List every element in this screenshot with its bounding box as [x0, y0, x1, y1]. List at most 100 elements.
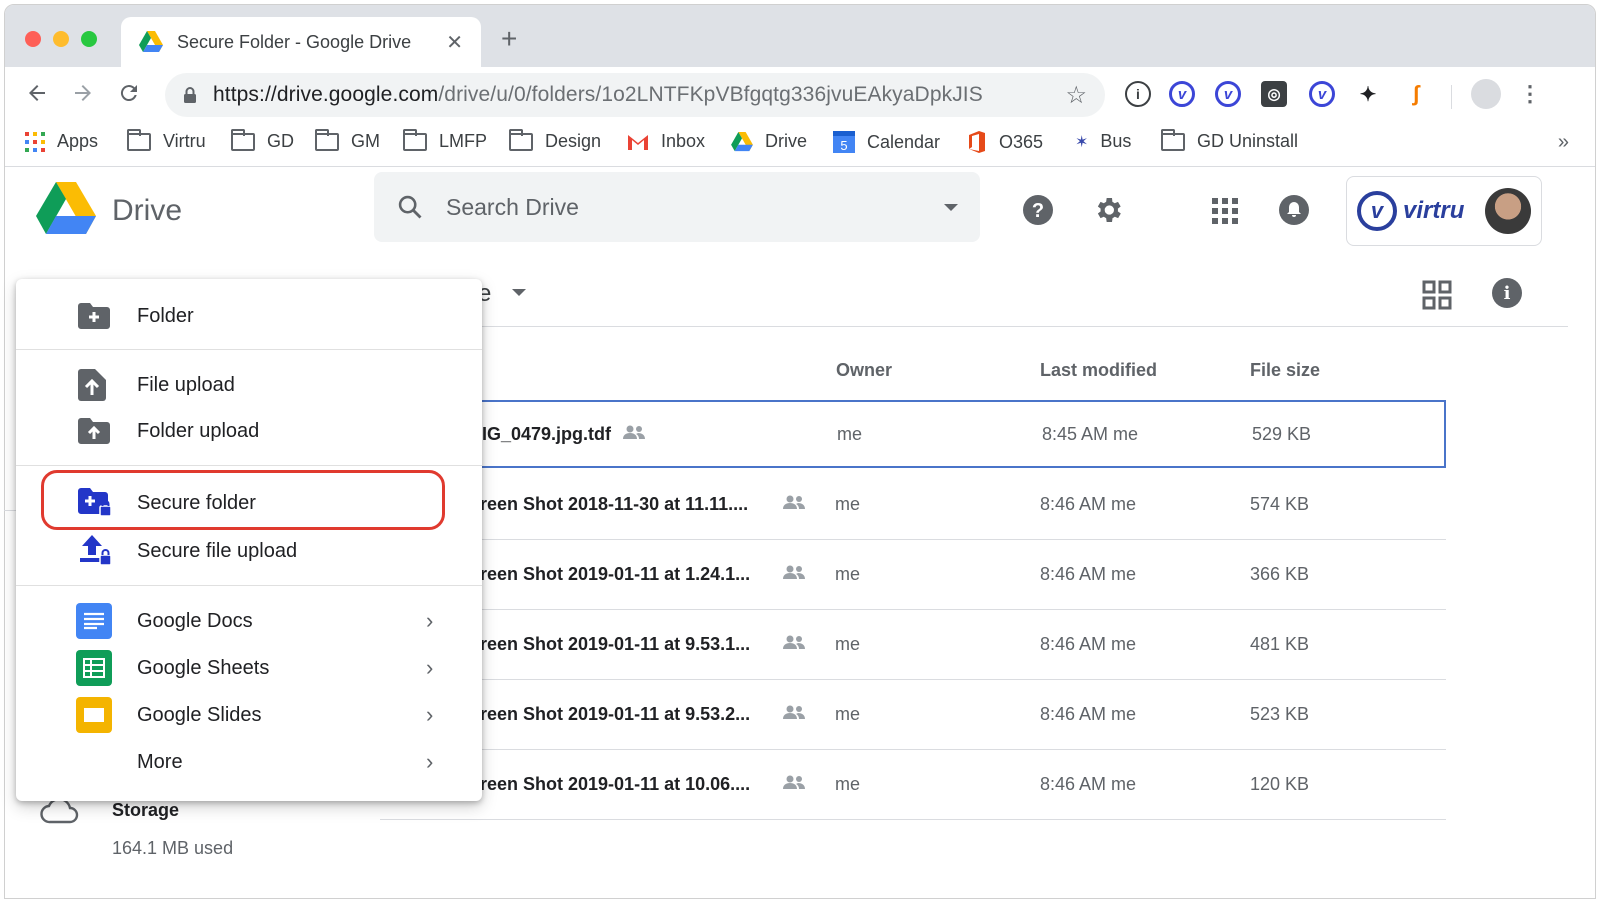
bookmark-gd[interactable]: GD: [231, 128, 294, 152]
bookmark-gd-uninstall[interactable]: GD Uninstall: [1161, 128, 1298, 152]
file-owner: me: [835, 774, 861, 794]
settings-gear-icon[interactable]: [1092, 194, 1124, 226]
bookmark-bus[interactable]: ✶ Bus: [1075, 131, 1131, 152]
menu-item-google-sheets[interactable]: Google Sheets ›: [16, 646, 482, 690]
tab-strip: Secure Folder - Google Drive ✕ +: [5, 5, 1595, 67]
bookmark-label: Drive: [765, 131, 808, 151]
account-switcher[interactable]: v virtru: [1346, 176, 1542, 246]
secure-upload-icon: [80, 535, 112, 566]
drive-favicon-icon: [139, 31, 163, 52]
breadcrumb-dropdown-icon[interactable]: [512, 289, 526, 296]
virtru-extension-icon[interactable]: v: [1169, 81, 1195, 107]
bookmark-label: Design: [545, 131, 602, 151]
bookmark-virtru[interactable]: Virtru: [127, 128, 206, 152]
new-tab-button[interactable]: +: [501, 25, 517, 53]
back-arrow-icon[interactable]: [25, 81, 49, 105]
browser-menu-icon[interactable]: ⋮: [1517, 81, 1543, 107]
minimize-window-button[interactable]: [53, 31, 69, 47]
menu-item-more[interactable]: More ›: [16, 740, 482, 784]
grid-view-icon[interactable]: [1422, 280, 1452, 310]
tab-close-icon[interactable]: ✕: [446, 30, 463, 55]
file-owner: me: [835, 634, 861, 654]
more-bookmarks-icon[interactable]: »: [1558, 131, 1569, 154]
table-row[interactable]: reen Shot 2019-01-11 at 1.24.1... me 8:4…: [380, 540, 1446, 610]
menu-divider: [16, 465, 482, 466]
menu-item-google-slides[interactable]: Google Slides ›: [16, 693, 482, 737]
menu-label: File upload: [137, 373, 235, 396]
menu-item-file-upload[interactable]: File upload: [16, 363, 482, 407]
bulb-extension-icon[interactable]: ◎: [1261, 81, 1287, 107]
browser-tab[interactable]: Secure Folder - Google Drive ✕: [121, 17, 481, 67]
menu-label: More: [137, 750, 183, 773]
help-icon[interactable]: ?: [1022, 194, 1054, 226]
avatar[interactable]: [1485, 188, 1531, 234]
apps-grid-icon: [25, 131, 45, 152]
bookmark-label: O365: [999, 131, 1044, 152]
menu-item-google-docs[interactable]: Google Docs ›: [16, 599, 482, 643]
drive-logo-icon[interactable]: [36, 182, 96, 234]
forward-arrow-icon[interactable]: [71, 81, 95, 105]
apps-grid-icon[interactable]: [1212, 198, 1238, 224]
url-text: https://drive.google.com/drive/u/0/folde…: [213, 83, 1065, 107]
bookmark-calendar[interactable]: 5 Calendar: [833, 131, 940, 153]
bookmark-design[interactable]: Design: [509, 128, 602, 152]
bookmark-label: Apps: [57, 131, 99, 151]
menu-label: Google Docs: [137, 609, 253, 632]
hook-extension-icon[interactable]: ʃ: [1403, 81, 1429, 107]
bookmark-lmfp[interactable]: LMFP: [403, 128, 487, 152]
menu-label: Folder: [137, 304, 194, 327]
search-input[interactable]: Search Drive: [374, 172, 980, 242]
file-owner: me: [835, 704, 861, 724]
menu-divider: [16, 349, 482, 350]
table-row[interactable]: IG_0479.jpg.tdf me 8:45 AM me 529 KB: [380, 400, 1446, 468]
office-icon: [969, 131, 985, 153]
menu-item-folder[interactable]: Folder: [16, 294, 482, 338]
profile-avatar-icon[interactable]: [1471, 79, 1501, 109]
virtru-extension-icon-2[interactable]: v: [1215, 81, 1241, 107]
search-options-caret-icon[interactable]: [944, 203, 958, 211]
address-bar[interactable]: https://drive.google.com/drive/u/0/folde…: [165, 73, 1105, 117]
table-row[interactable]: reen Shot 2019-01-11 at 10.06.... me 8:4…: [380, 750, 1446, 820]
column-header-last-modified[interactable]: Last modified: [1040, 360, 1157, 381]
file-upload-icon: [78, 369, 106, 401]
new-menu: Folder File upload Folder upload Secure …: [16, 279, 482, 801]
google-sheets-icon: [76, 650, 112, 686]
chevron-right-icon: ›: [426, 608, 434, 633]
bird-extension-icon[interactable]: ✦: [1355, 81, 1381, 107]
reload-icon[interactable]: [117, 81, 141, 105]
storage-label[interactable]: Storage: [112, 800, 179, 821]
menu-label: Folder upload: [137, 419, 260, 442]
bookmark-gm[interactable]: GM: [315, 128, 380, 152]
menu-item-secure-file-upload[interactable]: Secure file upload: [16, 529, 482, 573]
column-header-owner[interactable]: Owner: [836, 360, 892, 381]
bookmark-apps[interactable]: Apps: [25, 131, 98, 152]
bookmark-o365[interactable]: O365: [967, 131, 1043, 153]
virtru-extension-icon-3[interactable]: v: [1309, 81, 1335, 107]
table-row[interactable]: reen Shot 2019-01-11 at 9.53.1... me 8:4…: [380, 610, 1446, 680]
virtru-mark-icon: v: [1357, 191, 1397, 231]
close-window-button[interactable]: [25, 31, 41, 47]
bookmark-label: Calendar: [867, 131, 941, 152]
star-icon[interactable]: ☆: [1065, 81, 1087, 110]
table-row[interactable]: reen Shot 2019-01-11 at 9.53.2... me 8:4…: [380, 680, 1446, 750]
url-host: https://drive.google.com: [213, 83, 439, 106]
url-path: /drive/u/0/folders/1o2LNTFKpVBfgqtg336jv…: [438, 83, 983, 106]
file-modified: 8:46 AM me: [1040, 564, 1137, 584]
bookmark-inbox[interactable]: Inbox: [627, 131, 705, 152]
table-row[interactable]: reen Shot 2018-11-30 at 11.11.... me 8:4…: [380, 470, 1446, 540]
gmail-icon: [628, 134, 648, 150]
menu-item-secure-folder[interactable]: Secure folder: [16, 481, 482, 525]
storage-used-text: 164.1 MB used: [112, 838, 234, 858]
menu-item-folder-upload[interactable]: Folder upload: [16, 409, 482, 453]
info-icon[interactable]: i: [1492, 278, 1522, 308]
bookmark-drive[interactable]: Drive: [731, 131, 807, 152]
notifications-bell-icon[interactable]: [1278, 194, 1310, 226]
bookmark-label: Virtru: [163, 131, 206, 151]
extension-info-icon[interactable]: i: [1125, 81, 1151, 107]
maximize-window-button[interactable]: [81, 31, 97, 47]
search-icon[interactable]: [396, 193, 424, 221]
file-name: reen Shot 2019-01-11 at 9.53.2...: [480, 704, 751, 724]
bookmark-label: Bus: [1100, 131, 1132, 151]
app-title: Drive: [112, 194, 183, 227]
column-header-file-size[interactable]: File size: [1250, 360, 1320, 381]
